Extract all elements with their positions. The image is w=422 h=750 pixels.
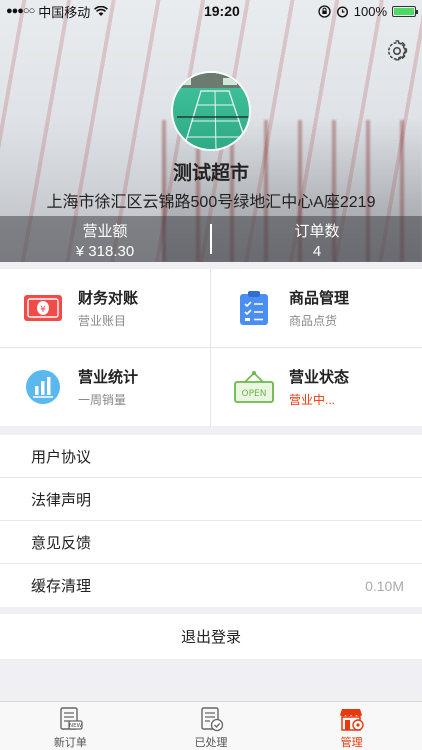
tab-new-orders[interactable]: NEW 新订单 bbox=[0, 702, 141, 750]
rotation-lock-icon bbox=[318, 4, 331, 18]
grid-item-products[interactable]: 商品管理 商品点货 bbox=[211, 269, 422, 348]
grid-item-statistics-title: 营业统计 bbox=[78, 368, 139, 386]
feature-grid: ¥ 财务对账 营业账目 商品管理 商品点货 营业统计 一周销量 OPEN 营业状… bbox=[0, 269, 422, 426]
stat-orders-label: 订单数 bbox=[294, 223, 340, 240]
list-item-clear-cache[interactable]: 缓存清理 0.10M bbox=[0, 564, 422, 607]
settings-gear-icon[interactable] bbox=[386, 40, 408, 62]
stat-revenue[interactable]: 营业额 ¥ 318.30 bbox=[0, 216, 210, 262]
svg-text:OPEN: OPEN bbox=[242, 389, 267, 399]
grid-item-finance-subtitle: 营业账目 bbox=[78, 313, 127, 328]
list-item-user-agreement[interactable]: 用户协议 bbox=[0, 435, 422, 478]
settings-list: 用户协议 法律声明 意见反馈 缓存清理 0.10M bbox=[0, 435, 422, 607]
shop-address: 上海市徐汇区云锦路500号绿地汇中心A座2219 bbox=[46, 194, 376, 211]
tab-manage[interactable]: 管理 bbox=[281, 702, 422, 750]
open-sign-icon: OPEN bbox=[233, 366, 275, 408]
battery-icon bbox=[392, 5, 418, 17]
stat-orders[interactable]: 订单数 4 bbox=[212, 216, 422, 262]
logout-button[interactable]: 退出登录 bbox=[0, 614, 422, 659]
svg-text:NEW: NEW bbox=[69, 723, 83, 729]
list-item-feedback[interactable]: 意见反馈 bbox=[0, 521, 422, 564]
grid-item-finance[interactable]: ¥ 财务对账 营业账目 bbox=[0, 269, 211, 348]
grid-item-finance-title: 财务对账 bbox=[78, 289, 139, 307]
tab-processed[interactable]: 已处理 bbox=[141, 702, 282, 750]
shop-name: 测试超市 bbox=[172, 163, 249, 184]
stat-revenue-label: 营业额 bbox=[82, 223, 128, 240]
clipboard-icon bbox=[233, 287, 275, 329]
tab-new-orders-label: 新订单 bbox=[53, 737, 87, 749]
grid-item-statistics[interactable]: 营业统计 一周销量 bbox=[0, 347, 211, 426]
list-item-label: 意见反馈 bbox=[31, 534, 92, 552]
stat-orders-value: 4 bbox=[312, 243, 322, 260]
tab-manage-label: 管理 bbox=[340, 737, 363, 749]
list-item-label: 法律声明 bbox=[31, 491, 92, 509]
list-item-legal-notice[interactable]: 法律声明 bbox=[0, 478, 422, 521]
cache-size: 0.10M bbox=[365, 577, 404, 594]
money-icon: ¥ bbox=[22, 287, 64, 329]
store-manage-icon bbox=[339, 709, 364, 731]
grid-item-products-subtitle: 商品点货 bbox=[289, 313, 338, 328]
grid-item-business-status-subtitle: 营业中... bbox=[289, 392, 336, 407]
grid-item-products-title: 商品管理 bbox=[289, 289, 350, 307]
processed-icon bbox=[201, 707, 224, 732]
chart-icon bbox=[22, 366, 64, 408]
wifi-icon bbox=[94, 5, 109, 16]
svg-text:¥: ¥ bbox=[40, 305, 46, 315]
grid-item-business-status-title: 营业状态 bbox=[289, 368, 350, 386]
stat-revenue-value: ¥ 318.30 bbox=[75, 243, 135, 260]
list-item-label: 用户协议 bbox=[31, 448, 92, 466]
carrier-label: 中国移动 bbox=[38, 4, 91, 20]
alarm-icon bbox=[336, 5, 348, 18]
battery-percent: 100% bbox=[353, 3, 387, 19]
shop-header: ●●●○○ 中国移动 19:20 100% 测试超市 上海市徐汇区云锦路500号… bbox=[0, 0, 422, 262]
stats-bar: 营业额 ¥ 318.30 订单数 4 bbox=[0, 216, 422, 262]
grid-item-business-status[interactable]: OPEN 营业状态 营业中... bbox=[211, 348, 422, 427]
tab-processed-label: 已处理 bbox=[194, 737, 228, 749]
status-bar: ●●●○○ 中国移动 19:20 100% bbox=[0, 0, 422, 22]
new-order-icon: NEW bbox=[60, 707, 83, 730]
clock: 19:20 bbox=[203, 3, 240, 19]
shop-avatar[interactable] bbox=[171, 71, 251, 151]
signal-icon: ●●●○○ bbox=[6, 5, 35, 17]
list-item-label: 缓存清理 bbox=[31, 578, 92, 595]
grid-item-statistics-subtitle: 一周销量 bbox=[78, 392, 127, 407]
tab-bar: NEW 新订单 已处理 管理 bbox=[0, 701, 422, 750]
